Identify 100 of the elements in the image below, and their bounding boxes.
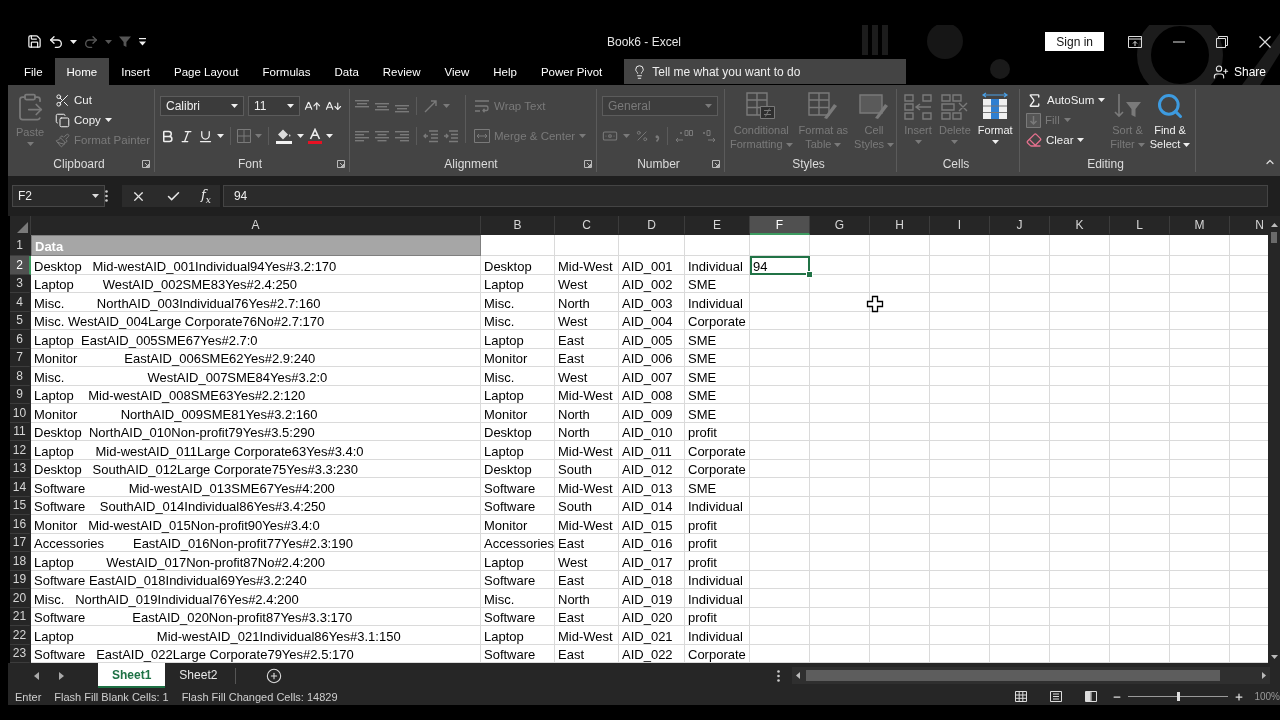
ribbon-tab[interactable]: Page Layout: [162, 58, 251, 85]
ribbon-tab[interactable]: Help: [481, 58, 529, 85]
caret-icon: [26, 142, 34, 146]
sheet-tab[interactable]: Sheet1: [98, 663, 166, 688]
table-cell-text: Software SouthAID_014Individual86Yes#3.4:250: [33, 498, 327, 515]
format-button[interactable]: Format: [975, 90, 1015, 144]
table-cell-text: AID_018: [621, 572, 674, 589]
ribbon-tab[interactable]: Review: [370, 58, 433, 85]
more-options-icon[interactable]: [105, 190, 108, 202]
table-cell-text: Monitor NorthAID_009SME81Yes#3.2:160: [33, 405, 319, 423]
row-header[interactable]: 20: [10, 589, 31, 608]
table-cell-text: Individual: [687, 257, 744, 275]
corner-arrow-icon[interactable]: [142, 160, 150, 168]
caret-icon: [991, 140, 999, 144]
letter-a-underline-icon[interactable]: [308, 128, 322, 144]
table-cell-text: Monitor: [483, 405, 529, 423]
table-cell-text: Corporate: [687, 313, 747, 330]
table-cell-text: AID_008: [621, 387, 674, 404]
row-header[interactable]: 16: [10, 515, 31, 534]
row-header[interactable]: 14: [10, 478, 31, 497]
autosum-button[interactable]: AutoSum: [1024, 90, 1108, 110]
insert-function-button[interactable]: f$_{x}$: [201, 187, 211, 205]
tell-me-search-field[interactable]: Tell me what you want to do: [624, 59, 907, 84]
bold-icon[interactable]: [160, 128, 175, 144]
save-icon[interactable]: [27, 34, 42, 49]
table-cell-text: Misc.: [483, 294, 516, 312]
scroll-left-icon[interactable]: [34, 671, 39, 680]
table-cell-text: Individual: [687, 590, 744, 608]
font-name-dropdown[interactable]: Calibri: [160, 96, 244, 116]
underline-icon[interactable]: [198, 128, 213, 144]
font-size-dropdown[interactable]: 11: [248, 96, 300, 116]
sheet-tab[interactable]: Sheet2: [165, 663, 232, 688]
box-double-arrow-icon: [474, 129, 490, 143]
table-cell-text: Desktop: [483, 257, 533, 275]
more-options-icon[interactable]: [777, 669, 780, 682]
close-icon[interactable]: [1259, 35, 1271, 48]
plus-circle-icon[interactable]: [266, 667, 283, 684]
ribbon-tab[interactable]: Insert: [109, 58, 162, 85]
table-cell-text: Software: [483, 646, 537, 663]
paint-bucket-icon[interactable]: [275, 128, 293, 144]
minimize-icon[interactable]: [1173, 40, 1185, 43]
ribbon-tab[interactable]: View: [432, 58, 482, 85]
row-header[interactable]: 2: [10, 256, 31, 275]
row-header[interactable]: 8: [10, 367, 31, 386]
bar-caret-icon[interactable]: [138, 37, 147, 46]
search-icon: [1156, 92, 1185, 120]
corner-arrow-icon[interactable]: [712, 160, 720, 168]
fill-handle[interactable]: [806, 270, 813, 278]
row-header[interactable]: 4: [10, 293, 31, 312]
share-button[interactable]: Share: [1212, 58, 1266, 85]
formula-input[interactable]: 94: [222, 185, 1268, 207]
row-header[interactable]: 10: [10, 404, 31, 423]
row-header[interactable]: 6: [10, 330, 31, 349]
group-label: Editing: [1087, 157, 1124, 171]
ribbon-tab[interactable]: Formulas: [250, 58, 323, 85]
horizontal-scrollbar[interactable]: [792, 667, 1270, 684]
restore-icon[interactable]: [1216, 35, 1228, 48]
table-cell-text: Corporate: [687, 646, 747, 663]
scroll-thumb[interactable]: [1271, 232, 1277, 243]
ribbon-tab[interactable]: Power Pivot: [528, 58, 615, 85]
row-header[interactable]: 18: [10, 552, 31, 571]
table-cell-text: Laptop: [483, 387, 525, 404]
page-lines-icon[interactable]: [1050, 691, 1063, 702]
table-cell-text: Software EastAID_022Large Corporate79Yes#2.5:170: [33, 646, 355, 663]
ribbon-tab[interactable]: Home: [54, 58, 110, 85]
sign-in-button[interactable]: Sign in: [1045, 32, 1104, 51]
row-header[interactable]: 1: [10, 235, 31, 256]
clear-button[interactable]: Clear: [1024, 130, 1108, 150]
cut-button[interactable]: Cut: [53, 90, 153, 110]
undo-icon[interactable]: [48, 33, 64, 50]
ribbon-tab[interactable]: Data: [322, 58, 371, 85]
table-cell-text: profit: [687, 516, 718, 534]
corner-arrow-icon[interactable]: [584, 160, 592, 168]
table-cell-text: Mid-West: [557, 516, 614, 534]
corner-arrow-icon[interactable]: [337, 160, 345, 168]
ribbon-tab[interactable]: File: [12, 58, 55, 85]
row-header[interactable]: 22: [10, 626, 31, 645]
scroll-thumb[interactable]: [806, 670, 1220, 681]
group-label: Cells: [942, 157, 970, 171]
caret-icon: [297, 134, 304, 138]
corner-triangle-icon[interactable]: [17, 222, 28, 233]
column-header[interactable]: F: [750, 216, 810, 235]
copy-button[interactable]: Copy: [53, 110, 153, 130]
half-filled-page-icon[interactable]: [1085, 691, 1098, 702]
plus-cursor-icon: [866, 295, 884, 313]
grid-icon[interactable]: [1015, 691, 1028, 702]
grid-cross-icon: [940, 92, 969, 120]
table-brush-icon: [808, 92, 839, 120]
scroll-right-icon[interactable]: [59, 671, 64, 680]
vertical-scrollbar[interactable]: [1268, 216, 1280, 663]
box-arrow-up-icon[interactable]: [1128, 35, 1142, 48]
zoom-slider-thumb[interactable]: [1177, 692, 1181, 701]
scissors-icon: [55, 92, 70, 108]
table-cell-text: AID_011: [621, 442, 673, 460]
find-select-button[interactable]: Find & Select: [1147, 90, 1193, 151]
table-cell-text: AID_019: [621, 590, 674, 608]
italic-icon[interactable]: [179, 128, 194, 144]
row-header[interactable]: 12: [10, 441, 31, 460]
name-box-field[interactable]: F2: [12, 185, 105, 207]
zoom-in-icon[interactable]: [1234, 691, 1245, 702]
